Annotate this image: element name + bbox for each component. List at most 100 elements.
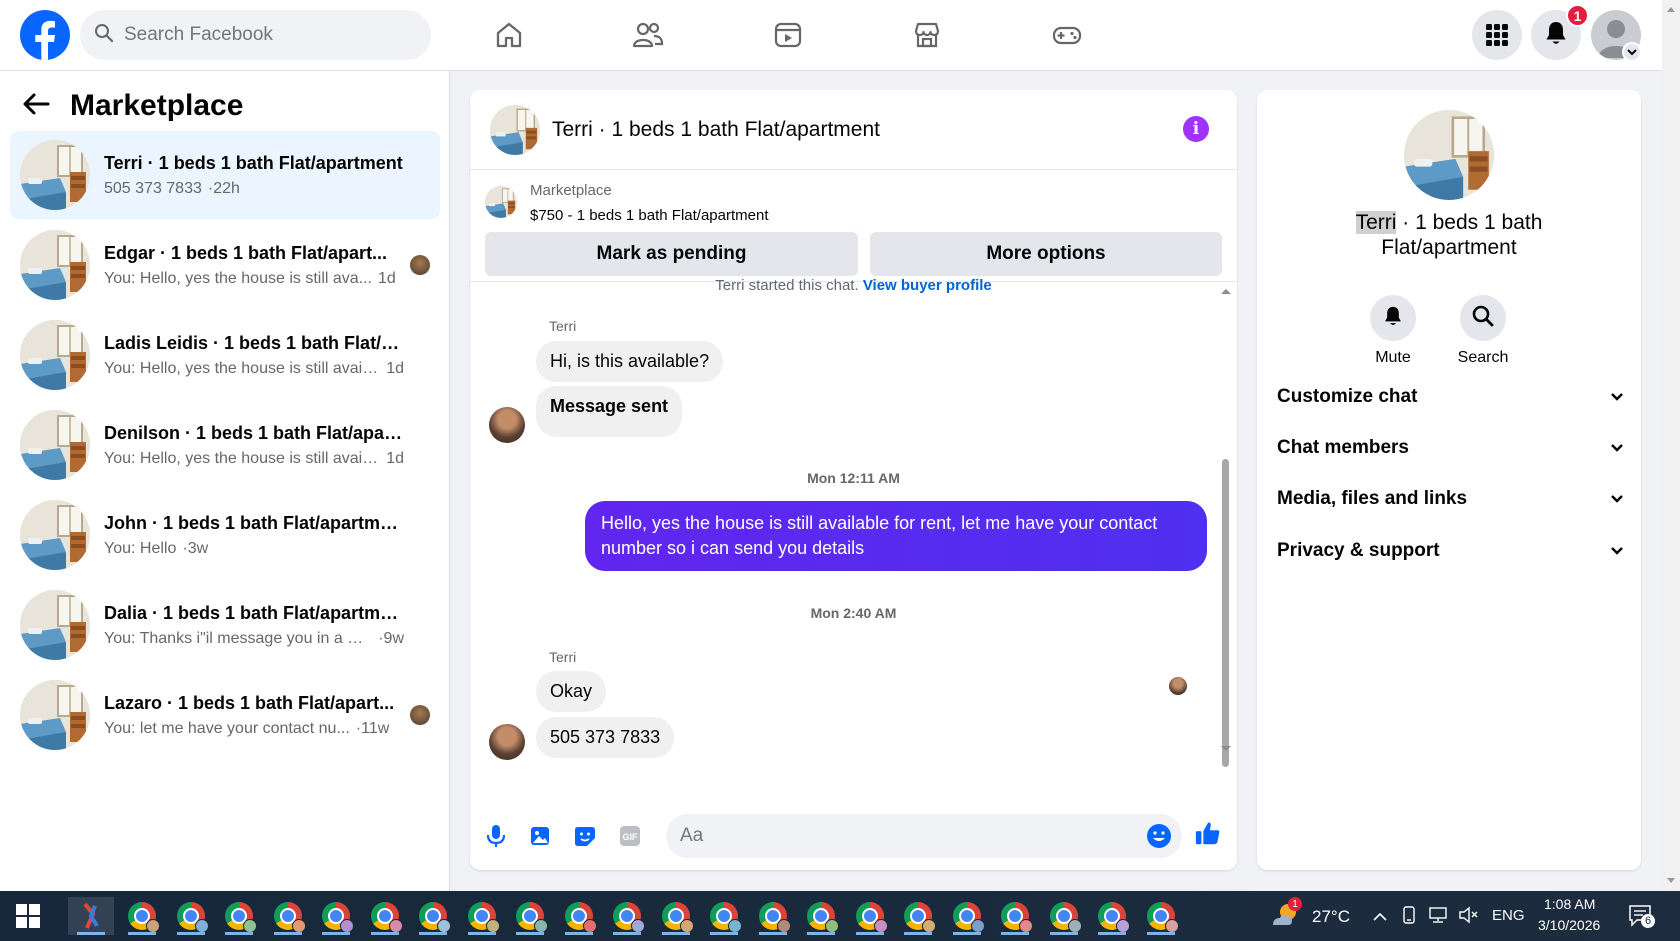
conversation-time: 1d	[378, 269, 396, 287]
weather-icon[interactable]: 1	[1270, 897, 1302, 934]
home-icon[interactable]	[488, 14, 530, 56]
taskbar-chrome-window[interactable]	[607, 897, 647, 935]
chevron-up-icon[interactable]	[1372, 909, 1388, 927]
taskbar-chrome-window[interactable]	[801, 897, 841, 935]
taskbar-chrome-window[interactable]	[510, 897, 550, 935]
conversation-item[interactable]: Lazaro · 1 beds 1 bath Flat/apart... You:…	[10, 671, 440, 759]
scroll-up-arrow-icon[interactable]	[1666, 6, 1676, 13]
facebook-logo-icon[interactable]	[20, 10, 70, 60]
notifications-button[interactable]: 1	[1531, 4, 1589, 60]
device-icon[interactable]	[1401, 906, 1417, 929]
video-icon[interactable]	[767, 14, 809, 56]
taskbar-chrome-window[interactable]	[462, 897, 502, 935]
chat-title[interactable]: Terri · 1 beds 1 bath Flat/apartment	[552, 118, 880, 142]
notification-center-icon[interactable]: 6	[1628, 904, 1655, 933]
scroll-down-arrow-icon[interactable]	[1220, 745, 1232, 753]
conversation-item[interactable]: Denilson · 1 beds 1 bath Flat/apart... Yo…	[10, 401, 440, 489]
taskbar-chrome-window[interactable]	[850, 897, 890, 935]
volume-muted-icon[interactable]	[1458, 906, 1478, 929]
microphone-icon[interactable]	[482, 822, 510, 850]
conversation-time: 1d	[386, 359, 404, 377]
listing-thumbnail[interactable]	[490, 104, 540, 155]
conversation-item[interactable]: Edgar · 1 beds 1 bath Flat/apart... You: …	[10, 221, 440, 309]
taskbar-chrome-window[interactable]	[1092, 897, 1132, 935]
conversation-item[interactable]: John · 1 beds 1 bath Flat/apartment You: …	[10, 491, 440, 579]
scroll-up-arrow-icon[interactable]	[1220, 287, 1232, 295]
search-in-conversation-button[interactable]	[1460, 295, 1506, 341]
taskbar-chrome-window[interactable]	[219, 897, 259, 935]
info-icon[interactable]: i	[1183, 116, 1209, 142]
marketplace-icon[interactable]	[906, 14, 948, 56]
back-arrow-icon[interactable]	[22, 92, 50, 121]
chat-members-section[interactable]: Chat members	[1277, 428, 1623, 468]
mute-action[interactable]: Mute	[1358, 295, 1428, 367]
taskbar-chrome-window[interactable]	[898, 897, 938, 935]
friends-icon[interactable]	[627, 14, 669, 56]
sticker-icon[interactable]	[571, 822, 599, 850]
sender-avatar[interactable]	[489, 407, 525, 443]
search-action[interactable]: Search	[1448, 295, 1518, 367]
taskbar-chrome-window[interactable]	[704, 897, 744, 935]
taskbar-chrome-window[interactable]	[656, 897, 696, 935]
taskbar-chrome-window[interactable]	[171, 897, 211, 935]
message-input-box[interactable]	[666, 814, 1182, 858]
incoming-message[interactable]: Message sent	[536, 386, 683, 437]
thumbs-up-icon[interactable]	[1194, 819, 1222, 847]
emoji-icon[interactable]	[1146, 823, 1172, 854]
taskbar-chrome-window[interactable]	[122, 897, 162, 935]
mark-as-pending-button[interactable]: Mark as pending	[485, 232, 858, 276]
gaming-icon[interactable]	[1046, 14, 1088, 56]
taskbar-chrome-window[interactable]	[316, 897, 356, 935]
conversation-item[interactable]: Ladis Leidis · 1 beds 1 bath Flat/ap... Y…	[10, 311, 440, 399]
windows-start-icon[interactable]	[16, 904, 40, 933]
outgoing-message[interactable]: Hello, yes the house is still available …	[585, 501, 1207, 571]
listing-photo[interactable]	[1404, 110, 1494, 200]
taskbar-chrome-window[interactable]	[753, 897, 793, 935]
mute-button[interactable]	[1370, 295, 1416, 341]
taskbar-chrome-window[interactable]	[268, 897, 308, 935]
conversation-time: ·9w	[378, 629, 404, 647]
incoming-message[interactable]: Okay	[536, 671, 607, 712]
conversation-item[interactable]: Terri · 1 beds 1 bath Flat/apartment 505 …	[10, 131, 440, 219]
taskbar-chrome-window[interactable]	[995, 897, 1035, 935]
conversation-item[interactable]: Dalia · 1 beds 1 bath Flat/apartment You:…	[10, 581, 440, 669]
page-scrollbar[interactable]	[1662, 0, 1680, 891]
taskbar-app-active[interactable]	[68, 897, 114, 935]
taskbar-chrome-window[interactable]	[1044, 897, 1084, 935]
listing-thumbnail	[20, 320, 90, 390]
taskbar-chrome-window[interactable]	[947, 897, 987, 935]
clock-date[interactable]: 3/10/2026	[1538, 917, 1600, 933]
input-language[interactable]: ENG	[1492, 907, 1525, 924]
clock-time[interactable]: 1:08 AM	[1544, 896, 1595, 912]
listing-price[interactable]: $750 - 1 beds 1 bath Flat/apartment	[530, 207, 768, 224]
chat-header: Terri · 1 beds 1 bath Flat/apartment i	[470, 90, 1237, 170]
taskbar-chrome-window[interactable]	[365, 897, 405, 935]
network-icon[interactable]	[1428, 906, 1448, 929]
gif-icon[interactable]: GIF	[616, 822, 644, 850]
more-options-button[interactable]: More options	[870, 232, 1222, 276]
incoming-message[interactable]: Hi, is this available?	[536, 341, 724, 382]
chevron-down-icon[interactable]	[1622, 42, 1642, 62]
temperature[interactable]: 27°C	[1312, 907, 1350, 927]
taskbar-chrome-window[interactable]	[413, 897, 453, 935]
media-files-links-section[interactable]: Media, files and links	[1277, 479, 1623, 519]
search-input[interactable]	[124, 24, 404, 46]
scroll-thumb[interactable]	[1222, 459, 1229, 767]
menu-grid-icon[interactable]	[1472, 10, 1522, 60]
details-title: Terri · 1 beds 1 bath Flat/apartment	[1257, 210, 1641, 260]
message-scrollbar[interactable]	[1219, 283, 1232, 767]
photo-icon[interactable]	[526, 822, 554, 850]
privacy-support-section[interactable]: Privacy & support	[1277, 531, 1623, 571]
message-input[interactable]	[680, 825, 1120, 847]
taskbar-chrome-window[interactable]	[559, 897, 599, 935]
customize-chat-section[interactable]: Customize chat	[1277, 377, 1623, 417]
incoming-message[interactable]: 505 373 7833	[536, 717, 675, 758]
notification-center-badge: 6	[1641, 914, 1655, 928]
view-buyer-profile-link[interactable]: View buyer profile	[863, 277, 992, 294]
taskbar-chrome-window[interactable]	[1141, 897, 1181, 935]
listing-thumbnail-small[interactable]	[485, 186, 517, 218]
sender-avatar[interactable]	[489, 724, 525, 760]
search-box[interactable]	[80, 10, 431, 60]
scroll-down-arrow-icon[interactable]	[1666, 877, 1676, 884]
search-icon	[1472, 305, 1494, 332]
